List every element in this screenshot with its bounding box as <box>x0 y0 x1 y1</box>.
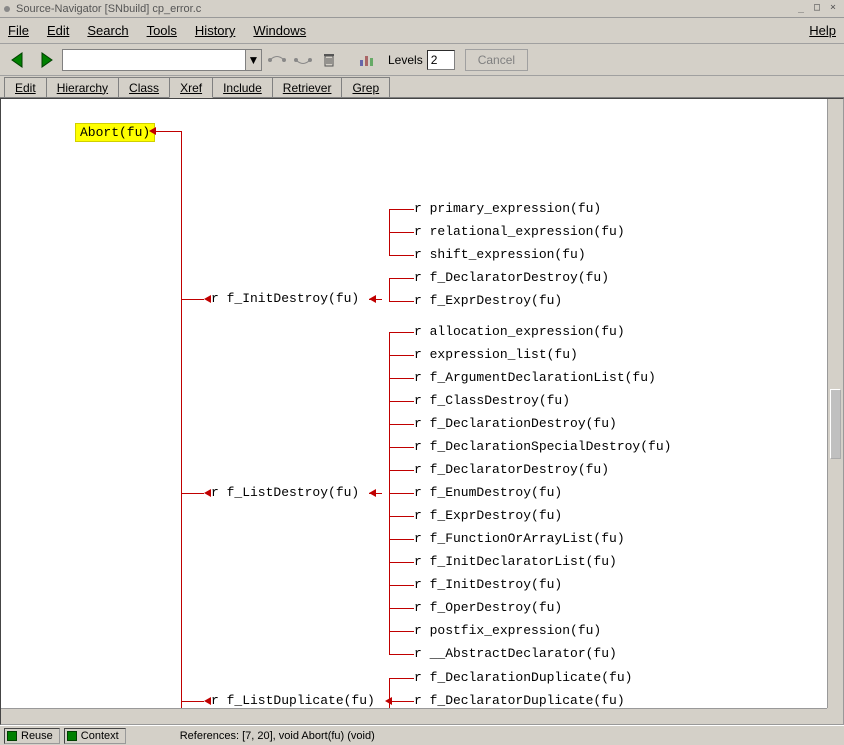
tab-include[interactable]: Include <box>212 77 273 97</box>
tree-leaf-node[interactable]: r f_FunctionOrArrayList(fu) <box>414 531 625 546</box>
tool-icon-2[interactable] <box>292 49 314 71</box>
tab-retriever[interactable]: Retriever <box>272 77 343 97</box>
reuse-toggle[interactable]: Reuse <box>4 728 60 744</box>
tree-leaf-node[interactable]: r shift_expression(fu) <box>414 247 586 262</box>
tree-root-node[interactable]: Abort(fu) <box>75 123 155 142</box>
tool-icon-3[interactable] <box>356 49 378 71</box>
scrollbar-horizontal[interactable] <box>1 708 827 724</box>
trash-icon <box>322 52 336 68</box>
context-label: Context <box>81 730 119 742</box>
tree-leaf-node[interactable]: r f_EnumDestroy(fu) <box>414 485 562 500</box>
tree-leaf-node[interactable]: r __AbstractDeclarator(fu) <box>414 646 617 661</box>
combo-dropdown-icon[interactable]: ▼ <box>245 50 261 70</box>
xref-tree[interactable]: Abort(fu) r f_InitDestroy(fu) r primary_e… <box>1 99 827 708</box>
reuse-label: Reuse <box>21 730 53 742</box>
tab-grep[interactable]: Grep <box>341 77 390 97</box>
chart-icon <box>358 52 376 68</box>
tree-leaf-node[interactable]: r f_DeclaratorDestroy(fu) <box>414 462 609 477</box>
tree-leaf-node[interactable]: r allocation_expression(fu) <box>414 324 625 339</box>
tree-leaf-node[interactable]: r f_DeclarationDuplicate(fu) <box>414 670 632 685</box>
menu-edit[interactable]: Edit <box>47 23 69 38</box>
symbol-combo[interactable]: ▼ <box>62 49 262 71</box>
menu-windows[interactable]: Windows <box>253 23 306 38</box>
tree-leaf-node[interactable]: r postfix_expression(fu) <box>414 623 601 638</box>
titlebar-app-icon <box>4 6 10 12</box>
xref-content: Abort(fu) r f_InitDestroy(fu) r primary_e… <box>0 98 844 725</box>
arrow-right-icon <box>36 50 56 70</box>
toolbar: ▼ Levels Cancel <box>0 44 844 76</box>
tree-mid-node[interactable]: r f_ListDestroy(fu) <box>211 485 359 500</box>
tree-leaf-node[interactable]: r f_InitDeclaratorList(fu) <box>414 554 617 569</box>
menu-file[interactable]: File <box>8 23 29 38</box>
tree-leaf-node[interactable]: r f_DeclarationDestroy(fu) <box>414 416 617 431</box>
menu-search[interactable]: Search <box>87 23 128 38</box>
tabbar: Edit Hierarchy Class Xref Include Retrie… <box>0 76 844 98</box>
context-toggle[interactable]: Context <box>64 728 126 744</box>
tree-leaf-node[interactable]: r relational_expression(fu) <box>414 224 625 239</box>
relation2-icon <box>294 53 312 67</box>
window-title: Source-Navigator [SNbuild] cp_error.c <box>16 3 794 15</box>
close-button[interactable]: × <box>826 3 840 15</box>
menu-tools[interactable]: Tools <box>147 23 177 38</box>
tree-mid-node[interactable]: r f_InitDestroy(fu) <box>211 291 359 306</box>
tab-hierarchy[interactable]: Hierarchy <box>46 77 119 97</box>
tab-edit[interactable]: Edit <box>4 77 47 97</box>
menubar: File Edit Search Tools History Windows H… <box>0 18 844 44</box>
tree-leaf-node[interactable]: r expression_list(fu) <box>414 347 578 362</box>
relation-icon <box>268 53 286 67</box>
levels-input[interactable] <box>427 50 455 70</box>
scrollbar-corner <box>827 708 843 724</box>
reuse-indicator-icon <box>7 731 17 741</box>
tree-leaf-node[interactable]: r f_DeclaratorDuplicate(fu) <box>414 693 625 708</box>
tree-leaf-node[interactable]: r f_ExprDestroy(fu) <box>414 293 562 308</box>
menu-history[interactable]: History <box>195 23 235 38</box>
nav-back-button[interactable] <box>6 48 30 72</box>
tree-leaf-node[interactable]: r f_InitDestroy(fu) <box>414 577 562 592</box>
tree-leaf-node[interactable]: r f_ExprDestroy(fu) <box>414 508 562 523</box>
menu-help[interactable]: Help <box>809 23 836 38</box>
maximize-button[interactable]: □ <box>810 3 824 15</box>
delete-button[interactable] <box>318 49 340 71</box>
arrow-left-icon <box>8 50 28 70</box>
tree-leaf-node[interactable]: r f_DeclaratorDestroy(fu) <box>414 270 609 285</box>
context-indicator-icon <box>67 731 77 741</box>
tree-leaf-node[interactable]: r f_OperDestroy(fu) <box>414 600 562 615</box>
tool-icon-1[interactable] <box>266 49 288 71</box>
tree-leaf-node[interactable]: r f_ClassDestroy(fu) <box>414 393 570 408</box>
scrollbar-vertical[interactable] <box>827 99 843 708</box>
tab-xref[interactable]: Xref <box>169 77 213 98</box>
tree-leaf-node[interactable]: r f_ArgumentDeclarationList(fu) <box>414 370 656 385</box>
tab-class[interactable]: Class <box>118 77 170 97</box>
scrollbar-thumb[interactable] <box>830 389 841 459</box>
nav-forward-button[interactable] <box>34 48 58 72</box>
symbol-input[interactable] <box>63 53 245 67</box>
tree-leaf-node[interactable]: r f_DeclarationSpecialDestroy(fu) <box>414 439 671 454</box>
status-text: References: [7, 20], void Abort(fu) (voi… <box>180 730 375 742</box>
levels-label: Levels <box>388 53 423 67</box>
tree-mid-node[interactable]: r f_ListDuplicate(fu) <box>211 693 375 708</box>
minimize-button[interactable]: _ <box>794 3 808 15</box>
statusbar: Reuse Context References: [7, 20], void … <box>0 725 844 745</box>
tree-leaf-node[interactable]: r primary_expression(fu) <box>414 201 601 216</box>
cancel-button: Cancel <box>465 49 528 71</box>
